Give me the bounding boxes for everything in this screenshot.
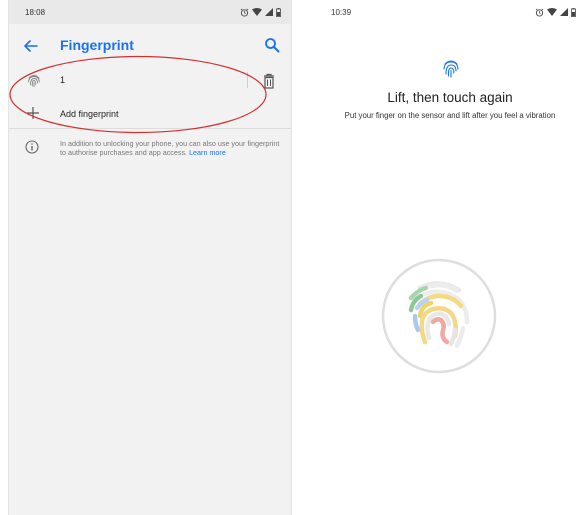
info-icon <box>25 140 39 154</box>
fingerprint-settings-screen: 18:08 Fingerprint 1 Add fingerprint In a… <box>8 0 292 515</box>
annotation-ellipse <box>9 55 267 134</box>
signal-icon <box>560 8 568 16</box>
search-icon[interactable] <box>263 36 281 54</box>
back-arrow-icon[interactable] <box>21 36 41 56</box>
enroll-fingerprint-screen: 10:39 Lift, then touch again Put your fi… <box>318 0 582 515</box>
status-time: 10:39 <box>331 7 352 17</box>
info-footer: In addition to unlocking your phone, you… <box>9 136 291 166</box>
info-text: In addition to unlocking your phone, you… <box>60 139 280 157</box>
wifi-icon <box>547 8 557 16</box>
fingerprint-icon <box>443 60 459 78</box>
page-title: Fingerprint <box>60 37 134 53</box>
info-body: In addition to unlocking your phone, you… <box>60 139 280 157</box>
status-bar: 18:08 <box>9 0 291 24</box>
learn-more-link[interactable]: Learn more <box>189 148 226 157</box>
signal-icon <box>265 8 273 16</box>
status-time: 18:08 <box>25 7 46 17</box>
enroll-instruction: Put your finger on the sensor and lift a… <box>344 111 556 120</box>
battery-icon <box>276 7 281 17</box>
alarm-icon <box>535 8 544 17</box>
alarm-icon <box>240 8 249 17</box>
wifi-icon <box>252 8 262 16</box>
fingerprint-sensor-icon <box>381 258 497 374</box>
enroll-headline: Lift, then touch again <box>387 90 513 105</box>
status-bar: 10:39 <box>318 0 582 24</box>
battery-icon <box>571 7 576 17</box>
